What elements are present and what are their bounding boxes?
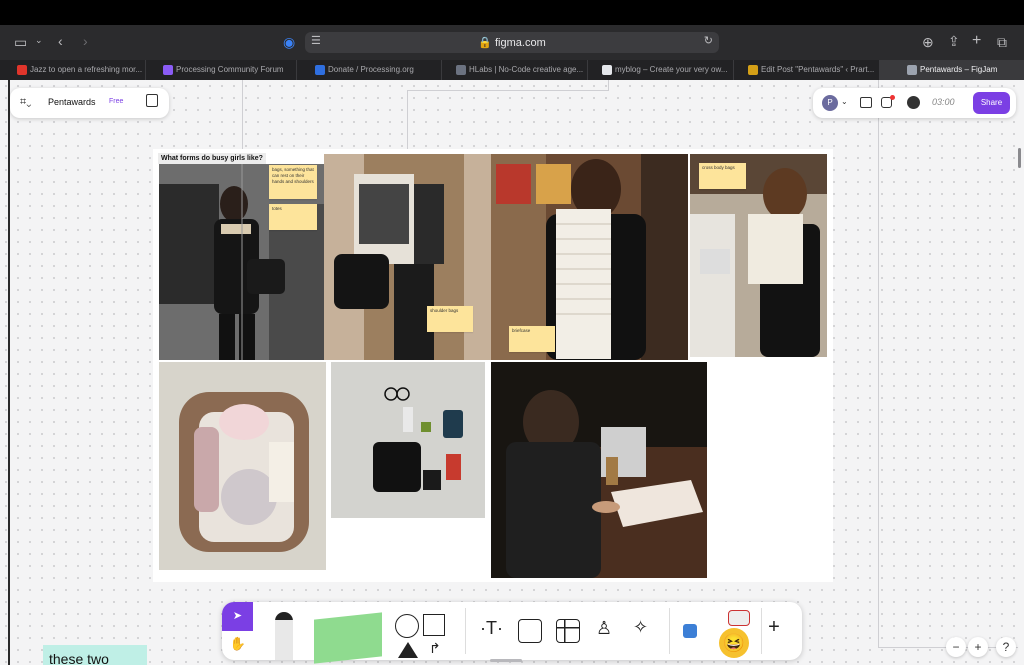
tab-title: HLabs | No-Code creative age... <box>469 65 584 74</box>
marker-pen-tool[interactable] <box>275 612 293 660</box>
layout-icon[interactable] <box>860 97 872 108</box>
chevron-down-icon[interactable]: ⌄ <box>35 36 43 45</box>
sticky-note-tool[interactable] <box>314 612 382 664</box>
processing-donate-icon <box>315 65 325 75</box>
sidebar-icon[interactable]: ▭ <box>14 35 27 49</box>
circle-shape-tool[interactable] <box>395 614 419 638</box>
stamp-tool[interactable]: ♙ <box>596 618 612 639</box>
back-icon[interactable]: ‹ <box>58 34 63 48</box>
collab-pill: P ⌄ 03:00 Share <box>813 88 1016 118</box>
extension-icon[interactable]: ◉ <box>283 35 295 49</box>
connector-line <box>608 80 609 91</box>
tab-figjam[interactable]: Pentawards – FigJam <box>880 60 1024 80</box>
tab-title: Pentawards – FigJam <box>920 65 998 74</box>
forward-icon[interactable]: › <box>83 34 88 48</box>
plan-badge: Free <box>109 98 124 105</box>
chevron-down-icon[interactable]: ⌄ <box>841 97 848 106</box>
connector-line <box>407 90 408 150</box>
sticky-note[interactable]: totes <box>269 204 317 230</box>
square-shape-tool[interactable] <box>423 614 445 636</box>
select-tool[interactable]: ➤ <box>222 602 253 631</box>
reload-icon[interactable]: ↻ <box>704 36 713 47</box>
pages-icon[interactable] <box>146 94 158 107</box>
emoji-sticker-icon[interactable]: 😆 <box>719 628 749 658</box>
table-tool[interactable] <box>556 619 580 643</box>
tab-hlabs[interactable]: HLabs | No-Code creative age... <box>453 60 588 80</box>
figjam-icon <box>907 65 917 75</box>
figjam-menu-icon[interactable]: ⌗⌄ <box>20 96 31 109</box>
connector-line <box>407 90 609 91</box>
new-tab-icon[interactable]: + <box>972 33 981 49</box>
notification-dot <box>890 95 895 100</box>
section-tool[interactable] <box>518 619 542 643</box>
canvas-sticky-note[interactable]: these two <box>43 645 147 665</box>
sticky-note[interactable]: cross body bags <box>699 163 746 189</box>
tab-myblog[interactable]: myblog – Create your very ow... <box>599 60 734 80</box>
tab-strip: Jazz to open a refreshing mor... Process… <box>0 60 1024 80</box>
scroll-handle[interactable] <box>490 659 522 662</box>
download-icon[interactable]: ⊕ <box>922 35 934 49</box>
menubar-area <box>0 0 1024 25</box>
myblog-icon <box>602 65 612 75</box>
timer-avatar-icon <box>907 96 920 109</box>
photo-bag-flatlay[interactable] <box>331 362 485 518</box>
canvas-left-edge <box>8 80 10 665</box>
ai-sparkle-tool[interactable]: ✧ <box>633 617 648 638</box>
tab-title: Processing Community Forum <box>176 65 284 74</box>
creation-toolbar: ➤ ✋ ↱ ·T· ♙ ✧ 😆 + <box>222 602 802 664</box>
address-bar[interactable]: ☰ 🔒 figma.com ↻ <box>305 32 719 53</box>
tab-youtube[interactable]: Jazz to open a refreshing mor... <box>14 60 146 80</box>
figjam-canvas[interactable]: ⌗⌄ Pentawards Free P ⌄ 03:00 Share What … <box>0 80 1024 665</box>
board-title: What forms do busy girls like? <box>158 153 266 164</box>
hlabs-icon <box>456 65 466 75</box>
file-menu-pill: ⌗⌄ Pentawards Free <box>10 88 169 118</box>
section-border <box>878 80 879 648</box>
scrollbar[interactable] <box>1018 148 1021 168</box>
triangle-shape-icon <box>398 642 418 658</box>
connector-arrow-icon: ↱ <box>429 640 441 656</box>
tab-title: Donate / Processing.org <box>328 65 414 74</box>
sticky-note[interactable]: shoulder bags <box>427 306 473 332</box>
url-text: 🔒 figma.com <box>478 37 546 49</box>
photo-woman-studying-at-desk[interactable] <box>491 362 707 578</box>
share-icon[interactable]: ⇪ <box>948 34 960 48</box>
more-tools-button[interactable]: + <box>762 616 786 642</box>
processing-icon <box>163 65 173 75</box>
connector-line <box>242 80 243 150</box>
tab-title: Jazz to open a refreshing mor... <box>30 65 143 74</box>
youtube-icon <box>17 65 27 75</box>
tab-donate[interactable]: Donate / Processing.org <box>312 60 442 80</box>
hand-tool[interactable]: ✋ <box>228 636 248 656</box>
tab-edit-post[interactable]: Edit Post "Pentawards" ‹ Prart... <box>745 60 880 80</box>
sticky-note[interactable]: bags, something that can rest on their h… <box>269 165 317 199</box>
tab-title: Edit Post "Pentawards" ‹ Prart... <box>761 65 875 74</box>
sticky-note[interactable]: briefcase <box>509 326 555 352</box>
toolbar-divider <box>669 608 670 654</box>
photo-open-tote-contents[interactable] <box>159 362 326 570</box>
url-value: figma.com <box>495 37 546 49</box>
widgets-icon[interactable] <box>683 624 697 638</box>
toolbar-divider <box>465 608 466 654</box>
text-tool[interactable]: ·T· <box>480 618 503 639</box>
file-name[interactable]: Pentawards <box>48 97 96 107</box>
zoom-out-button[interactable]: − <box>946 637 966 657</box>
camera-sticker-icon[interactable] <box>728 610 750 626</box>
zoom-in-button[interactable]: + <box>968 637 988 657</box>
help-button[interactable]: ? <box>996 637 1016 657</box>
avatar[interactable]: P <box>822 95 838 111</box>
wordpress-icon <box>748 65 758 75</box>
share-button[interactable]: Share <box>973 92 1010 114</box>
browser-toolbar: ▭ ⌄ ‹ › ◉ ☰ 🔒 figma.com ↻ ⊕ ⇪ + ⧉ <box>0 25 1024 60</box>
tab-processing-forum[interactable]: Processing Community Forum <box>160 60 297 80</box>
tab-title: myblog – Create your very ow... <box>615 65 728 74</box>
tab-overview-icon[interactable]: ⧉ <box>997 35 1007 49</box>
timer[interactable]: 03:00 <box>932 97 955 107</box>
